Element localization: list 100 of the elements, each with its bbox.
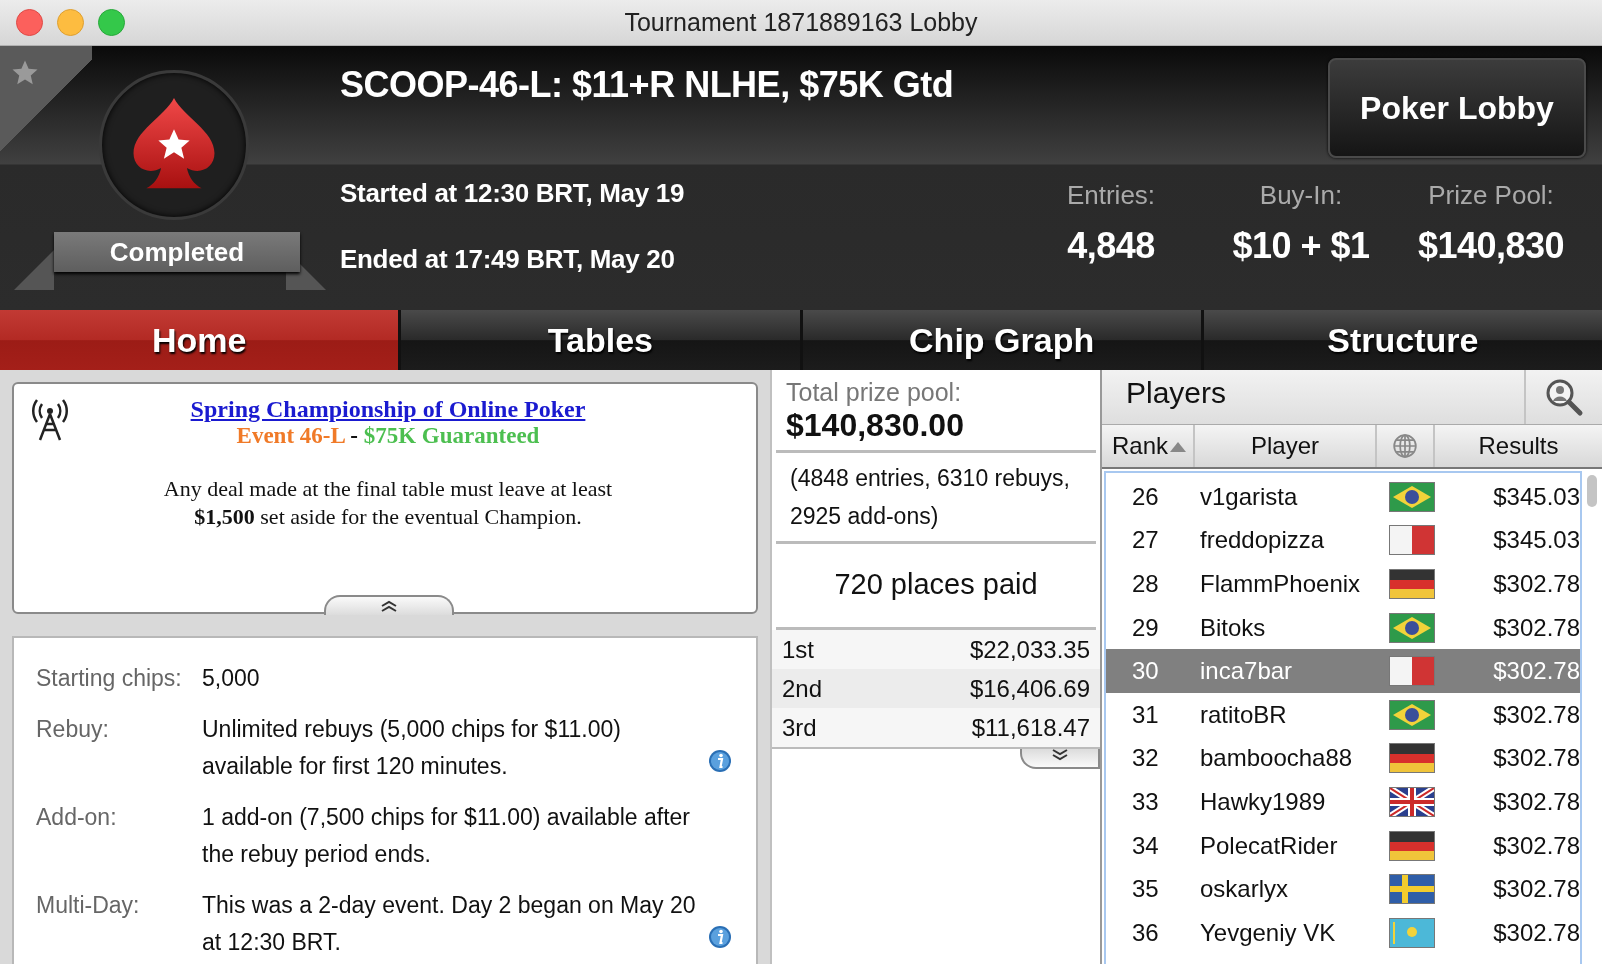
result-cell-text: $302.78	[1492, 570, 1580, 598]
globe-icon	[1392, 433, 1418, 459]
championship-link[interactable]: Spring Championship of Online Poker	[190, 396, 586, 423]
player-row[interactable]: 31 ratitoBR $302.78	[1106, 692, 1580, 737]
double-chevron-up-icon	[379, 600, 399, 612]
zoom-button[interactable]	[98, 9, 125, 36]
rank-cell-text: 26	[1131, 482, 1160, 511]
event-name: Event 46-L	[236, 423, 345, 448]
search-icon	[1544, 377, 1584, 417]
entries-breakdown: (4848 entries, 6310 rebuys, 2925 add-ons)	[776, 453, 1096, 544]
flag-icon	[1389, 786, 1435, 817]
player-name: inca7bar	[1199, 657, 1294, 686]
player-row[interactable]: 27 freddopizza $345.03	[1106, 518, 1580, 563]
payout-amount: $16,406.69	[969, 674, 1090, 703]
start-time: Started at 12:30 BRT, May 19	[340, 177, 686, 210]
prize-pool-total: $140,830.00	[786, 407, 965, 444]
rank-cell-text: 34	[1131, 831, 1160, 860]
player-name: FlammPhoenix	[1199, 570, 1362, 598]
flag-icon	[1389, 743, 1435, 774]
results-column-header[interactable]: Results	[1435, 425, 1602, 467]
detail-text: 5,000	[202, 664, 260, 693]
flag-icon	[1389, 656, 1435, 687]
player-name: bamboocha88	[1199, 744, 1354, 773]
prize-pool-label: Total prize pool:	[786, 378, 963, 407]
tab[interactable]: Chip Graph	[802, 310, 1201, 370]
flag-icon	[1389, 830, 1435, 861]
rank-cell-text: 35	[1131, 875, 1160, 904]
flag-icon	[1389, 917, 1435, 948]
flag-icon	[1389, 612, 1435, 643]
rank-cell-text: 29	[1131, 613, 1160, 642]
collapse-tab[interactable]	[324, 595, 454, 615]
player-name: oskarlyx	[1199, 875, 1290, 904]
end-time: Ended at 17:49 BRT, May 20	[340, 243, 676, 276]
result-cell-text: $302.78	[1492, 744, 1580, 773]
guarantee-text: $75K Guaranteed	[363, 423, 540, 448]
stat-label: Buy-In:	[1259, 180, 1343, 211]
player-name: Hawky1989	[1199, 787, 1327, 816]
detail-label: Add-on:	[36, 803, 118, 832]
stat-label: Entries:	[1066, 180, 1156, 211]
window-title: Tournament 1871889163 Lobby	[624, 8, 978, 37]
rank-cell-text: 32	[1131, 744, 1160, 773]
flag-icon	[1389, 525, 1435, 556]
scrollbar-thumb[interactable]	[1587, 475, 1597, 507]
info-icon[interactable]	[708, 749, 732, 773]
player-name: ratitoBR	[1199, 700, 1288, 729]
rank-column-header[interactable]: Rank	[1102, 425, 1195, 467]
player-row[interactable]: 29 Bitoks $302.78	[1106, 605, 1580, 650]
stat-value: $140,830	[1417, 225, 1565, 267]
rank-cell-text: 30	[1131, 657, 1160, 686]
player-row[interactable]: 33 Hawky1989 $302.78	[1106, 780, 1580, 824]
player-column-header[interactable]: Player	[1195, 425, 1377, 467]
detail-label: Rebuy:	[36, 715, 110, 744]
rank-cell-text: 28	[1131, 570, 1160, 598]
expand-tab[interactable]	[1020, 749, 1100, 769]
player-row[interactable]: 26 v1garista $345.03	[1106, 475, 1580, 519]
tab[interactable]: Home	[0, 310, 399, 370]
result-cell-text: $345.03	[1492, 482, 1580, 511]
double-chevron-down-icon	[1050, 749, 1070, 761]
stat-value: $10 + $1	[1232, 225, 1370, 267]
detail-text: This was a 2-day event. Day 2 began on May 20 at 12:30 BRT.	[202, 891, 697, 957]
player-row[interactable]: 28 FlammPhoenix $302.78	[1106, 562, 1580, 606]
sort-ascending-icon	[1168, 440, 1189, 452]
detail-label: Multi-Day:	[36, 891, 141, 920]
tab[interactable]: Tables	[401, 310, 800, 370]
flag-icon	[1389, 569, 1435, 599]
player-name: v1garista	[1199, 482, 1299, 511]
flag-icon	[1389, 874, 1435, 905]
stat-value: 4,848	[1067, 225, 1155, 267]
tab[interactable]: Structure	[1203, 310, 1602, 370]
info-icon[interactable]	[708, 925, 732, 949]
result-cell-text: $302.78	[1492, 787, 1580, 816]
player-row[interactable]: 36 Yevgeniy VK $302.78	[1106, 910, 1580, 955]
tournament-title: SCOOP-46-L: $11+R NLHE, $75K Gtd	[340, 64, 955, 107]
result-cell-text: $302.78	[1492, 918, 1580, 947]
detail-text: 1 add-on (7,500 chips for $11.00) available after the rebuy period ends.	[202, 803, 691, 869]
player-name: PolecatRider	[1199, 831, 1339, 860]
player-name: Bitoks	[1199, 613, 1267, 642]
rank-cell-text: 31	[1131, 700, 1160, 729]
result-cell-text: $302.78	[1492, 700, 1580, 729]
player-name: Yevgeniy VK	[1199, 918, 1337, 947]
close-button[interactable]	[16, 9, 43, 36]
broadcast-tower-icon	[30, 398, 70, 442]
poker-lobby-button[interactable]: Poker Lobby	[1328, 58, 1586, 158]
detail-text: Unlimited rebuys (5,000 chips for $11.00) available for first 120 minutes.	[202, 715, 622, 781]
payout-place: 2nd	[782, 674, 823, 703]
result-cell-text: $302.78	[1492, 613, 1580, 642]
detail-label: Starting chips:	[36, 664, 183, 693]
column-label: Rank	[1112, 432, 1169, 460]
payout-amount: $11,618.47	[971, 713, 1090, 742]
player-name: freddopizza	[1199, 526, 1326, 555]
result-cell-text: $345.03	[1492, 526, 1580, 555]
player-row[interactable]: 30 inca7bar $302.78	[1106, 649, 1580, 693]
player-row[interactable]: 34 PolecatRider $302.78	[1106, 823, 1580, 868]
stat-label: Prize Pool:	[1428, 180, 1554, 211]
player-row[interactable]: 35 oskarlyx $302.78	[1106, 867, 1580, 911]
payout-amount: $22,033.35	[969, 635, 1090, 664]
flag-icon	[1389, 699, 1435, 730]
player-row[interactable]: 32 bamboocha88 $302.78	[1106, 736, 1580, 781]
rank-cell-text: 33	[1131, 787, 1160, 816]
result-cell-text: $302.78	[1492, 657, 1580, 686]
